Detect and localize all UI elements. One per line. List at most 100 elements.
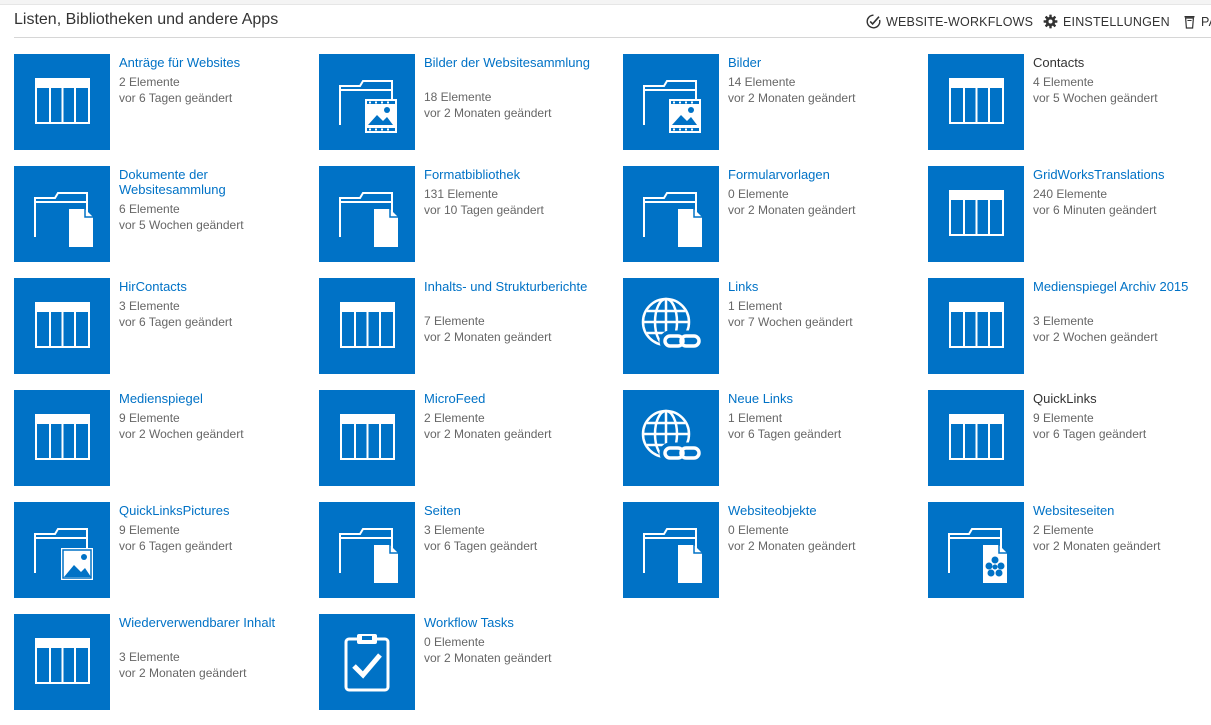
app-tile-item-count: 1 Element xyxy=(728,299,782,313)
app-tile[interactable]: Anträge für Websites2 Elementevor 6 Tage… xyxy=(14,54,314,150)
page-header: Listen, Bibliotheken und andere Apps WEB… xyxy=(14,5,1211,38)
links-icon[interactable] xyxy=(623,390,719,486)
app-tile[interactable]: Inhalts- und Strukturberichte7 Elementev… xyxy=(319,278,619,374)
app-tile-title[interactable]: HirContacts xyxy=(119,279,299,294)
document-library-icon[interactable] xyxy=(623,166,719,262)
document-library-icon[interactable] xyxy=(319,502,415,598)
app-tile-modified: vor 2 Monaten geändert xyxy=(728,203,855,217)
document-library-icon[interactable] xyxy=(319,166,415,262)
settings-label: EINSTELLUNGEN xyxy=(1063,15,1170,29)
app-tile-title[interactable]: QuickLinksPictures xyxy=(119,503,299,518)
picture-library-icon[interactable] xyxy=(623,54,719,150)
app-tile-item-count: 3 Elemente xyxy=(119,650,180,664)
recycle-bin-button[interactable]: PA xyxy=(1183,14,1211,29)
app-tile[interactable]: Formatbibliothek 131 Elemente vor 10 Tagen… xyxy=(319,166,619,262)
list-icon[interactable] xyxy=(928,390,1024,486)
app-tile-item-count: 18 Elemente xyxy=(424,90,491,104)
app-tile-modified: vor 2 Wochen geändert xyxy=(119,427,244,441)
app-tile-modified: vor 5 Wochen geändert xyxy=(119,218,244,232)
app-tile[interactable]: Medienspiegel9 Elementevor 2 Wochen geän… xyxy=(14,390,314,486)
app-tile[interactable]: Contacts 4 Elemente vor 5 Wochen geändert xyxy=(928,54,1211,150)
list-icon[interactable] xyxy=(928,278,1024,374)
app-tile[interactable]: Websiteobjekte0 Elementevor 2 Monaten ge… xyxy=(623,502,923,598)
app-tile-title[interactable]: Neue Links xyxy=(728,391,908,406)
app-tile-modified: vor 6 Tagen geändert xyxy=(1033,427,1146,441)
list-icon[interactable] xyxy=(319,278,415,374)
app-tile-title[interactable]: Websiteobjekte xyxy=(728,503,908,518)
settings-button[interactable]: EINSTELLUNGEN xyxy=(1043,14,1170,29)
app-tile-modified: vor 6 Minuten geändert xyxy=(1033,203,1156,217)
app-tile-title[interactable]: QuickLinks xyxy=(1033,391,1211,406)
app-tile-item-count: 1 Element xyxy=(728,411,782,425)
app-tile-title[interactable]: Inhalts- und Strukturberichte xyxy=(424,279,604,294)
app-tile-title[interactable]: Contacts xyxy=(1033,55,1211,70)
document-library-icon[interactable] xyxy=(14,166,110,262)
app-tile-title[interactable]: Medienspiegel Archiv 2015 xyxy=(1033,279,1211,294)
app-tile-title[interactable]: Workflow Tasks xyxy=(424,615,604,630)
app-tile[interactable]: Neue Links1 Elementvor 6 Tagen geändert xyxy=(623,390,923,486)
app-tile[interactable]: QuickLinks 9 Elemente vor 6 Tagen geändert xyxy=(928,390,1211,486)
app-tile[interactable]: GridWorksTranslations240 Elementevor 6 M… xyxy=(928,166,1211,262)
document-library-icon[interactable] xyxy=(623,502,719,598)
app-tile-modified: vor 2 Monaten geändert xyxy=(424,427,551,441)
list-icon[interactable] xyxy=(319,390,415,486)
recycle-bin-label: PA xyxy=(1201,15,1211,29)
app-tile[interactable]: HirContacts3 Elementevor 6 Tagen geänder… xyxy=(14,278,314,374)
app-tile[interactable]: Wiederverwendbarer Inhalt 3 Elemente vor 2… xyxy=(14,614,314,710)
app-tile[interactable]: Seiten3 Elementevor 6 Tagen geändert xyxy=(319,502,619,598)
app-tile-title[interactable]: Bilder xyxy=(728,55,908,70)
list-icon[interactable] xyxy=(14,278,110,374)
app-tile-title[interactable]: Wiederverwendbarer Inhalt xyxy=(119,615,299,630)
app-tile-title[interactable]: Seiten xyxy=(424,503,604,518)
app-tile-modified: vor 10 Tagen geändert xyxy=(424,203,544,217)
app-tile[interactable]: MicroFeed 2 Elemente vor 2 Monaten geänder… xyxy=(319,390,619,486)
app-tile[interactable]: Bilder 14 Elemente vor 2 Monaten geändert xyxy=(623,54,923,150)
list-icon[interactable] xyxy=(14,54,110,150)
app-tile-modified: vor 2 Monaten geändert xyxy=(119,666,246,680)
image-library-icon[interactable] xyxy=(14,502,110,598)
app-tile[interactable]: QuickLinksPictures9 Elementevor 6 Tagen … xyxy=(14,502,314,598)
app-tile-title[interactable]: MicroFeed xyxy=(424,391,604,406)
tasks-icon[interactable] xyxy=(319,614,415,710)
app-tile-modified: vor 6 Tagen geändert xyxy=(119,91,232,105)
picture-library-icon[interactable] xyxy=(319,54,415,150)
list-icon[interactable] xyxy=(14,390,110,486)
list-icon[interactable] xyxy=(14,614,110,710)
site-pages-icon[interactable] xyxy=(928,502,1024,598)
app-tile-modified: vor 2 Monaten geändert xyxy=(728,91,855,105)
app-tile-title[interactable]: Dokumente der Websitesammlung xyxy=(119,167,299,197)
app-tile[interactable]: Formularvorlagen 0 Elemente vor 2 Monaten … xyxy=(623,166,923,262)
app-tile-title[interactable]: GridWorksTranslations xyxy=(1033,167,1211,182)
app-tile-item-count: 9 Elemente xyxy=(1033,411,1094,425)
app-tile-modified: vor 5 Wochen geändert xyxy=(1033,91,1158,105)
app-tile-modified: vor 7 Wochen geändert xyxy=(728,315,853,329)
app-tile-modified: vor 2 Monaten geändert xyxy=(424,651,551,665)
app-tile-item-count: 0 Elemente xyxy=(424,635,485,649)
app-tile-title[interactable]: Anträge für Websites xyxy=(119,55,299,70)
app-tile-item-count: 2 Elemente xyxy=(424,411,485,425)
app-tile-modified: vor 6 Tagen geändert xyxy=(119,315,232,329)
app-tile[interactable]: Websiteseiten2 Elementevor 2 Monaten geä… xyxy=(928,502,1211,598)
links-icon[interactable] xyxy=(623,278,719,374)
list-icon[interactable] xyxy=(928,54,1024,150)
website-workflows-button[interactable]: WEBSITE-WORKFLOWS xyxy=(866,14,1033,29)
app-tile-item-count: 4 Elemente xyxy=(1033,75,1094,89)
app-tile[interactable]: Workflow Tasks 0 Elemente vor 2 Monaten ge… xyxy=(319,614,619,710)
app-tile[interactable]: Medienspiegel Archiv 20153 Elementevor 2… xyxy=(928,278,1211,374)
app-tile[interactable]: Links 1 Element vor 7 Wochen geändert xyxy=(623,278,923,374)
app-tile-item-count: 3 Elemente xyxy=(424,523,485,537)
app-tile-title[interactable]: Links xyxy=(728,279,908,294)
list-icon[interactable] xyxy=(928,166,1024,262)
app-tile-title[interactable]: Formatbibliothek xyxy=(424,167,604,182)
app-tile-item-count: 14 Elemente xyxy=(728,75,795,89)
app-tile-title[interactable]: Websiteseiten xyxy=(1033,503,1211,518)
app-tile-title[interactable]: Medienspiegel xyxy=(119,391,299,406)
app-tile-modified: vor 6 Tagen geändert xyxy=(119,539,232,553)
app-tile[interactable]: Dokumente der Websitesammlung6 Elementev… xyxy=(14,166,314,262)
app-tile-modified: vor 2 Monaten geändert xyxy=(424,330,551,344)
app-tile-title[interactable]: Formularvorlagen xyxy=(728,167,908,182)
app-tile-item-count: 131 Elemente xyxy=(424,187,498,201)
app-tile-item-count: 0 Elemente xyxy=(728,187,789,201)
app-tile-title[interactable]: Bilder der Websitesammlung xyxy=(424,55,604,70)
app-tile[interactable]: Bilder der Websitesammlung18 Elementevor… xyxy=(319,54,619,150)
